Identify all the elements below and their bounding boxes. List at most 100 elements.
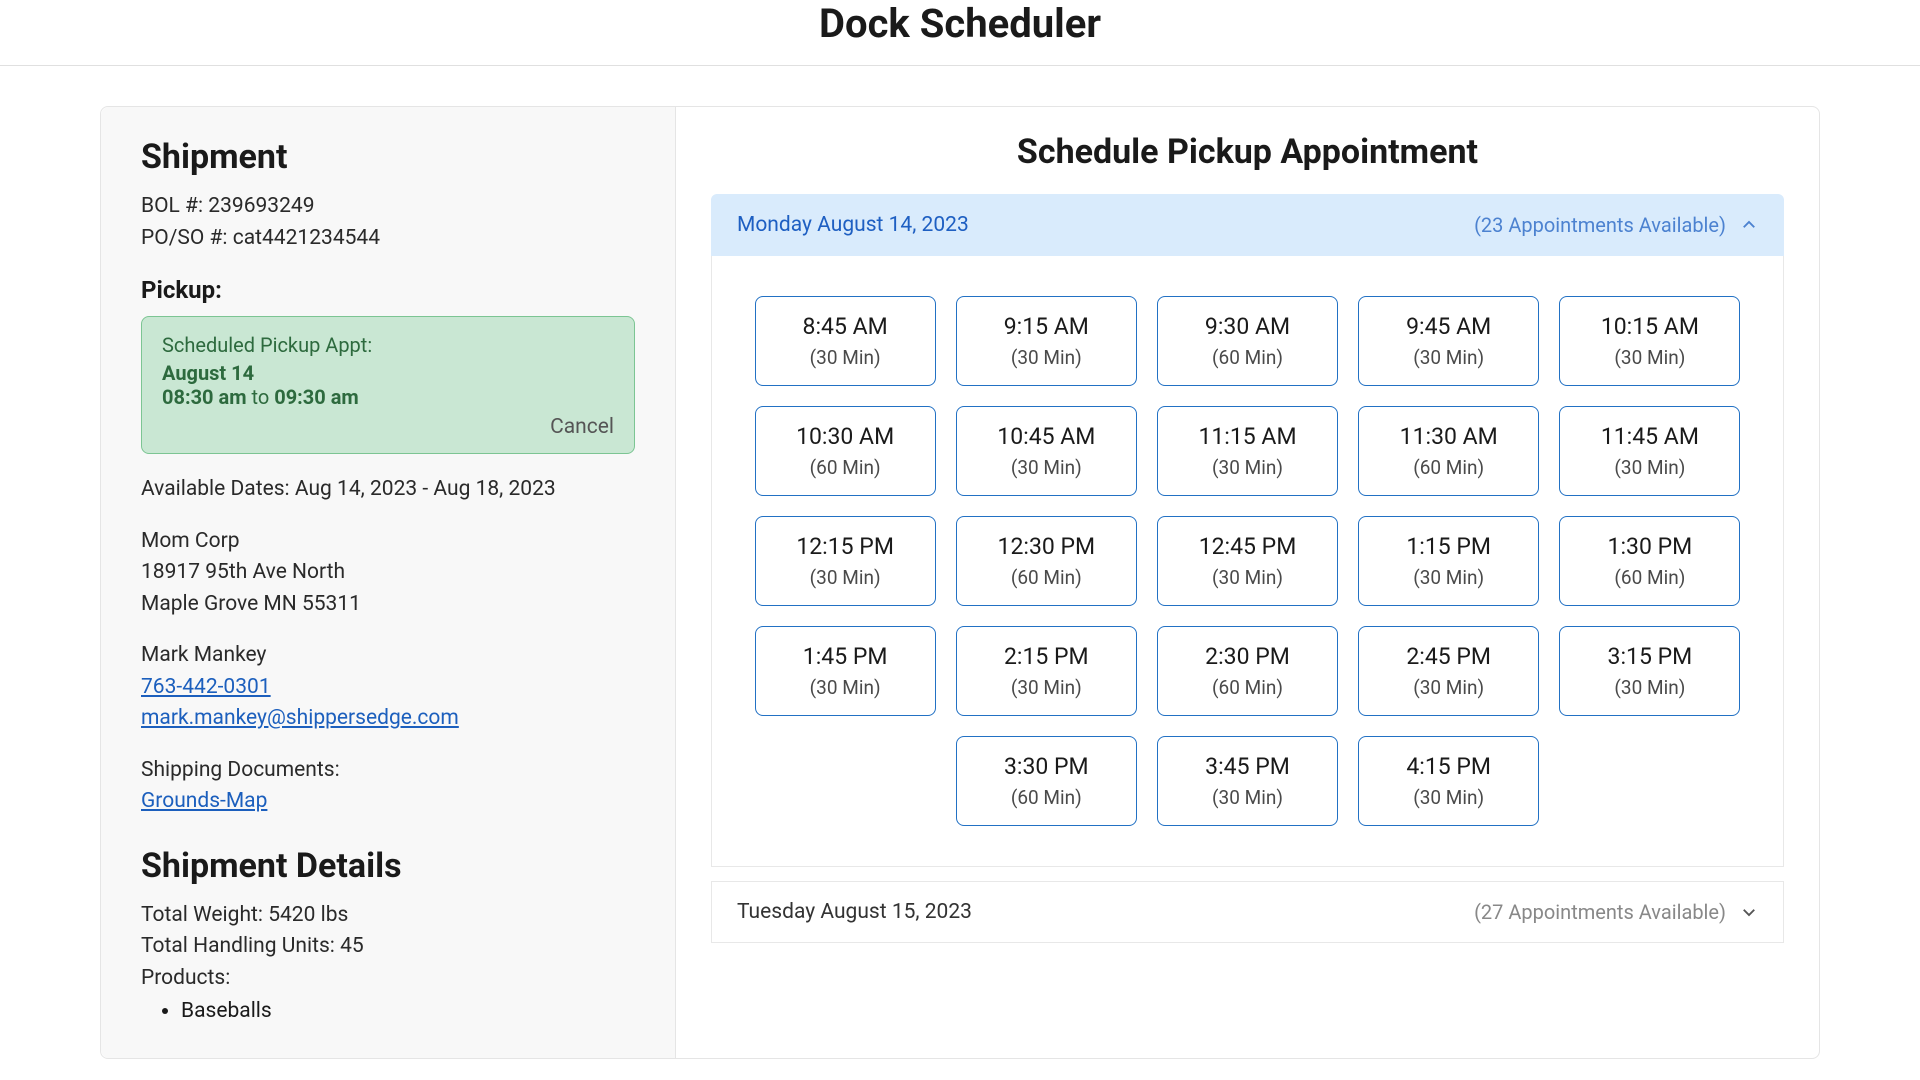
scheduled-from: 08:30 am xyxy=(162,385,247,409)
page-title: Dock Scheduler xyxy=(0,0,1920,47)
slot-time: 1:45 PM xyxy=(766,643,925,670)
time-slot[interactable]: 1:15 PM(30 Min) xyxy=(1358,516,1539,606)
scheduled-to: 09:30 am xyxy=(274,385,359,409)
slot-time: 12:15 PM xyxy=(766,533,925,560)
slot-time: 2:15 PM xyxy=(967,643,1126,670)
slot-time: 3:45 PM xyxy=(1168,753,1327,780)
weight-line: Total Weight: 5420 lbs xyxy=(141,900,635,932)
weight-value: 5420 lbs xyxy=(268,903,348,927)
time-slot[interactable]: 2:30 PM(60 Min) xyxy=(1157,626,1338,716)
time-slot[interactable]: 3:45 PM (30 Min) xyxy=(1157,736,1338,826)
slot-duration: (30 Min) xyxy=(1570,456,1729,479)
scheduled-label: Scheduled Pickup Appt: xyxy=(162,333,614,357)
time-slot[interactable]: 11:30 AM (60 Min) xyxy=(1358,406,1539,496)
slot-duration: (30 Min) xyxy=(967,346,1126,369)
slot-duration: (60 Min) xyxy=(1168,346,1327,369)
bol-value: 239693249 xyxy=(208,194,314,218)
time-slot[interactable]: 10:30 AM(60 Min) xyxy=(755,406,936,496)
time-slot[interactable]: 12:30 PM(60 Min) xyxy=(956,516,1137,606)
day-header[interactable]: Tuesday August 15, 2023(27 Appointments … xyxy=(711,881,1784,943)
time-slot[interactable]: 9:30 AM (60 Min) xyxy=(1157,296,1338,386)
slot-duration: (30 Min) xyxy=(1168,566,1327,589)
scheduled-to-word: to xyxy=(247,385,275,409)
contact-name: Mark Mankey xyxy=(141,640,635,672)
contact-phone-link[interactable]: 763-442-0301 xyxy=(141,675,271,699)
products-label: Products: xyxy=(141,963,635,995)
time-slot[interactable]: 1:45 PM (30 Min) xyxy=(755,626,936,716)
slot-time: 9:30 AM xyxy=(1168,313,1327,340)
time-slot[interactable]: 11:15 AM(30 Min) xyxy=(1157,406,1338,496)
time-slots-grid: 8:45 AM(30 Min)9:15 AM(30 Min)9:30 AM(60… xyxy=(711,256,1784,867)
slot-duration: (30 Min) xyxy=(1168,786,1327,809)
slot-time: 10:45 AM xyxy=(967,423,1126,450)
docs-label: Shipping Documents: xyxy=(141,755,635,787)
slot-duration: (30 Min) xyxy=(1369,566,1528,589)
slot-duration: (30 Min) xyxy=(1369,346,1528,369)
units-label: Total Handling Units: xyxy=(141,934,340,958)
slot-time: 11:15 AM xyxy=(1168,423,1327,450)
main-panel: Schedule Pickup Appointment Monday Augus… xyxy=(676,107,1819,1058)
time-slot[interactable]: 12:15 PM (30 Min) xyxy=(755,516,936,606)
units-value: 45 xyxy=(340,934,364,958)
time-slot[interactable]: 12:45 PM (30 Min) xyxy=(1157,516,1338,606)
company-block: Mom Corp 18917 95th Ave North Maple Grov… xyxy=(141,526,635,621)
time-slot[interactable]: 11:45 AM (30 Min) xyxy=(1559,406,1740,496)
poso-label: PO/SO #: xyxy=(141,226,233,250)
chevron-up-icon xyxy=(1740,216,1758,234)
slot-time: 1:30 PM xyxy=(1570,533,1729,560)
pickup-heading: Pickup: xyxy=(141,276,635,304)
slot-time: 10:15 AM xyxy=(1570,313,1729,340)
slot-time: 12:30 PM xyxy=(967,533,1126,560)
bol-line: BOL #: 239693249 xyxy=(141,191,635,223)
available-dates: Available Dates: Aug 14, 2023 - Aug 18, … xyxy=(141,474,635,506)
time-slot[interactable]: 9:15 AM (30 Min) xyxy=(956,296,1137,386)
product-item: Baseballs xyxy=(181,996,635,1028)
day-label: Monday August 14, 2023 xyxy=(737,213,969,237)
slot-time: 3:30 PM xyxy=(967,753,1126,780)
slot-time: 8:45 AM xyxy=(766,313,925,340)
scheduled-pickup-box: Scheduled Pickup Appt: August 14 08:30 a… xyxy=(141,316,635,454)
chevron-down-icon xyxy=(1740,903,1758,921)
time-slot[interactable]: 9:45 AM (30 Min) xyxy=(1358,296,1539,386)
slot-duration: (30 Min) xyxy=(766,566,925,589)
slot-time: 9:45 AM xyxy=(1369,313,1528,340)
slot-time: 11:30 AM xyxy=(1369,423,1528,450)
contact-block: Mark Mankey 763-442-0301 mark.mankey@shi… xyxy=(141,640,635,735)
page-header: Dock Scheduler xyxy=(0,0,1920,66)
slot-time: 4:15 PM xyxy=(1369,753,1528,780)
available-dates-label: Available Dates: xyxy=(141,477,295,501)
cancel-button[interactable]: Cancel xyxy=(162,415,614,439)
slot-duration: (30 Min) xyxy=(766,676,925,699)
address-line1: 18917 95th Ave North xyxy=(141,557,635,589)
products-list: Baseballs xyxy=(141,996,635,1028)
appointments-available: (27 Appointments Available) xyxy=(1474,900,1726,924)
time-slot[interactable]: 3:30 PM(60 Min) xyxy=(956,736,1137,826)
time-slot[interactable]: 10:45 AM(30 Min) xyxy=(956,406,1137,496)
appointments-available: (23 Appointments Available) xyxy=(1474,213,1726,237)
time-slot[interactable]: 2:45 PM(30 Min) xyxy=(1358,626,1539,716)
slot-duration: (60 Min) xyxy=(766,456,925,479)
bol-label: BOL #: xyxy=(141,194,208,218)
main-container: Shipment BOL #: 239693249 PO/SO #: cat44… xyxy=(100,106,1820,1059)
time-slot[interactable]: 3:15 PM(30 Min) xyxy=(1559,626,1740,716)
contact-email-link[interactable]: mark.mankey@shippersedge.com xyxy=(141,706,459,730)
slot-duration: (60 Min) xyxy=(1369,456,1528,479)
slot-time: 9:15 AM xyxy=(967,313,1126,340)
time-slot[interactable]: 10:15 AM (30 Min) xyxy=(1559,296,1740,386)
time-slot[interactable]: 8:45 AM(30 Min) xyxy=(755,296,936,386)
sidebar: Shipment BOL #: 239693249 PO/SO #: cat44… xyxy=(101,107,676,1058)
time-slot[interactable]: 1:30 PM(60 Min) xyxy=(1559,516,1740,606)
slot-time: 12:45 PM xyxy=(1168,533,1327,560)
time-slot[interactable]: 4:15 PM (30 Min) xyxy=(1358,736,1539,826)
day-header[interactable]: Monday August 14, 2023 (23 Appointments A… xyxy=(711,194,1784,256)
units-line: Total Handling Units: 45 xyxy=(141,931,635,963)
weight-label: Total Weight: xyxy=(141,903,268,927)
time-slot[interactable]: 2:15 PM(30 Min) xyxy=(956,626,1137,716)
poso-line: PO/SO #: cat4421234544 xyxy=(141,223,635,255)
slot-time: 11:45 AM xyxy=(1570,423,1729,450)
slot-duration: (30 Min) xyxy=(1369,786,1528,809)
slot-time: 3:15 PM xyxy=(1570,643,1729,670)
slot-duration: (30 Min) xyxy=(1570,346,1729,369)
docs-link[interactable]: Grounds-Map xyxy=(141,789,267,813)
scheduled-time: 08:30 am to 09:30 am xyxy=(162,385,614,409)
